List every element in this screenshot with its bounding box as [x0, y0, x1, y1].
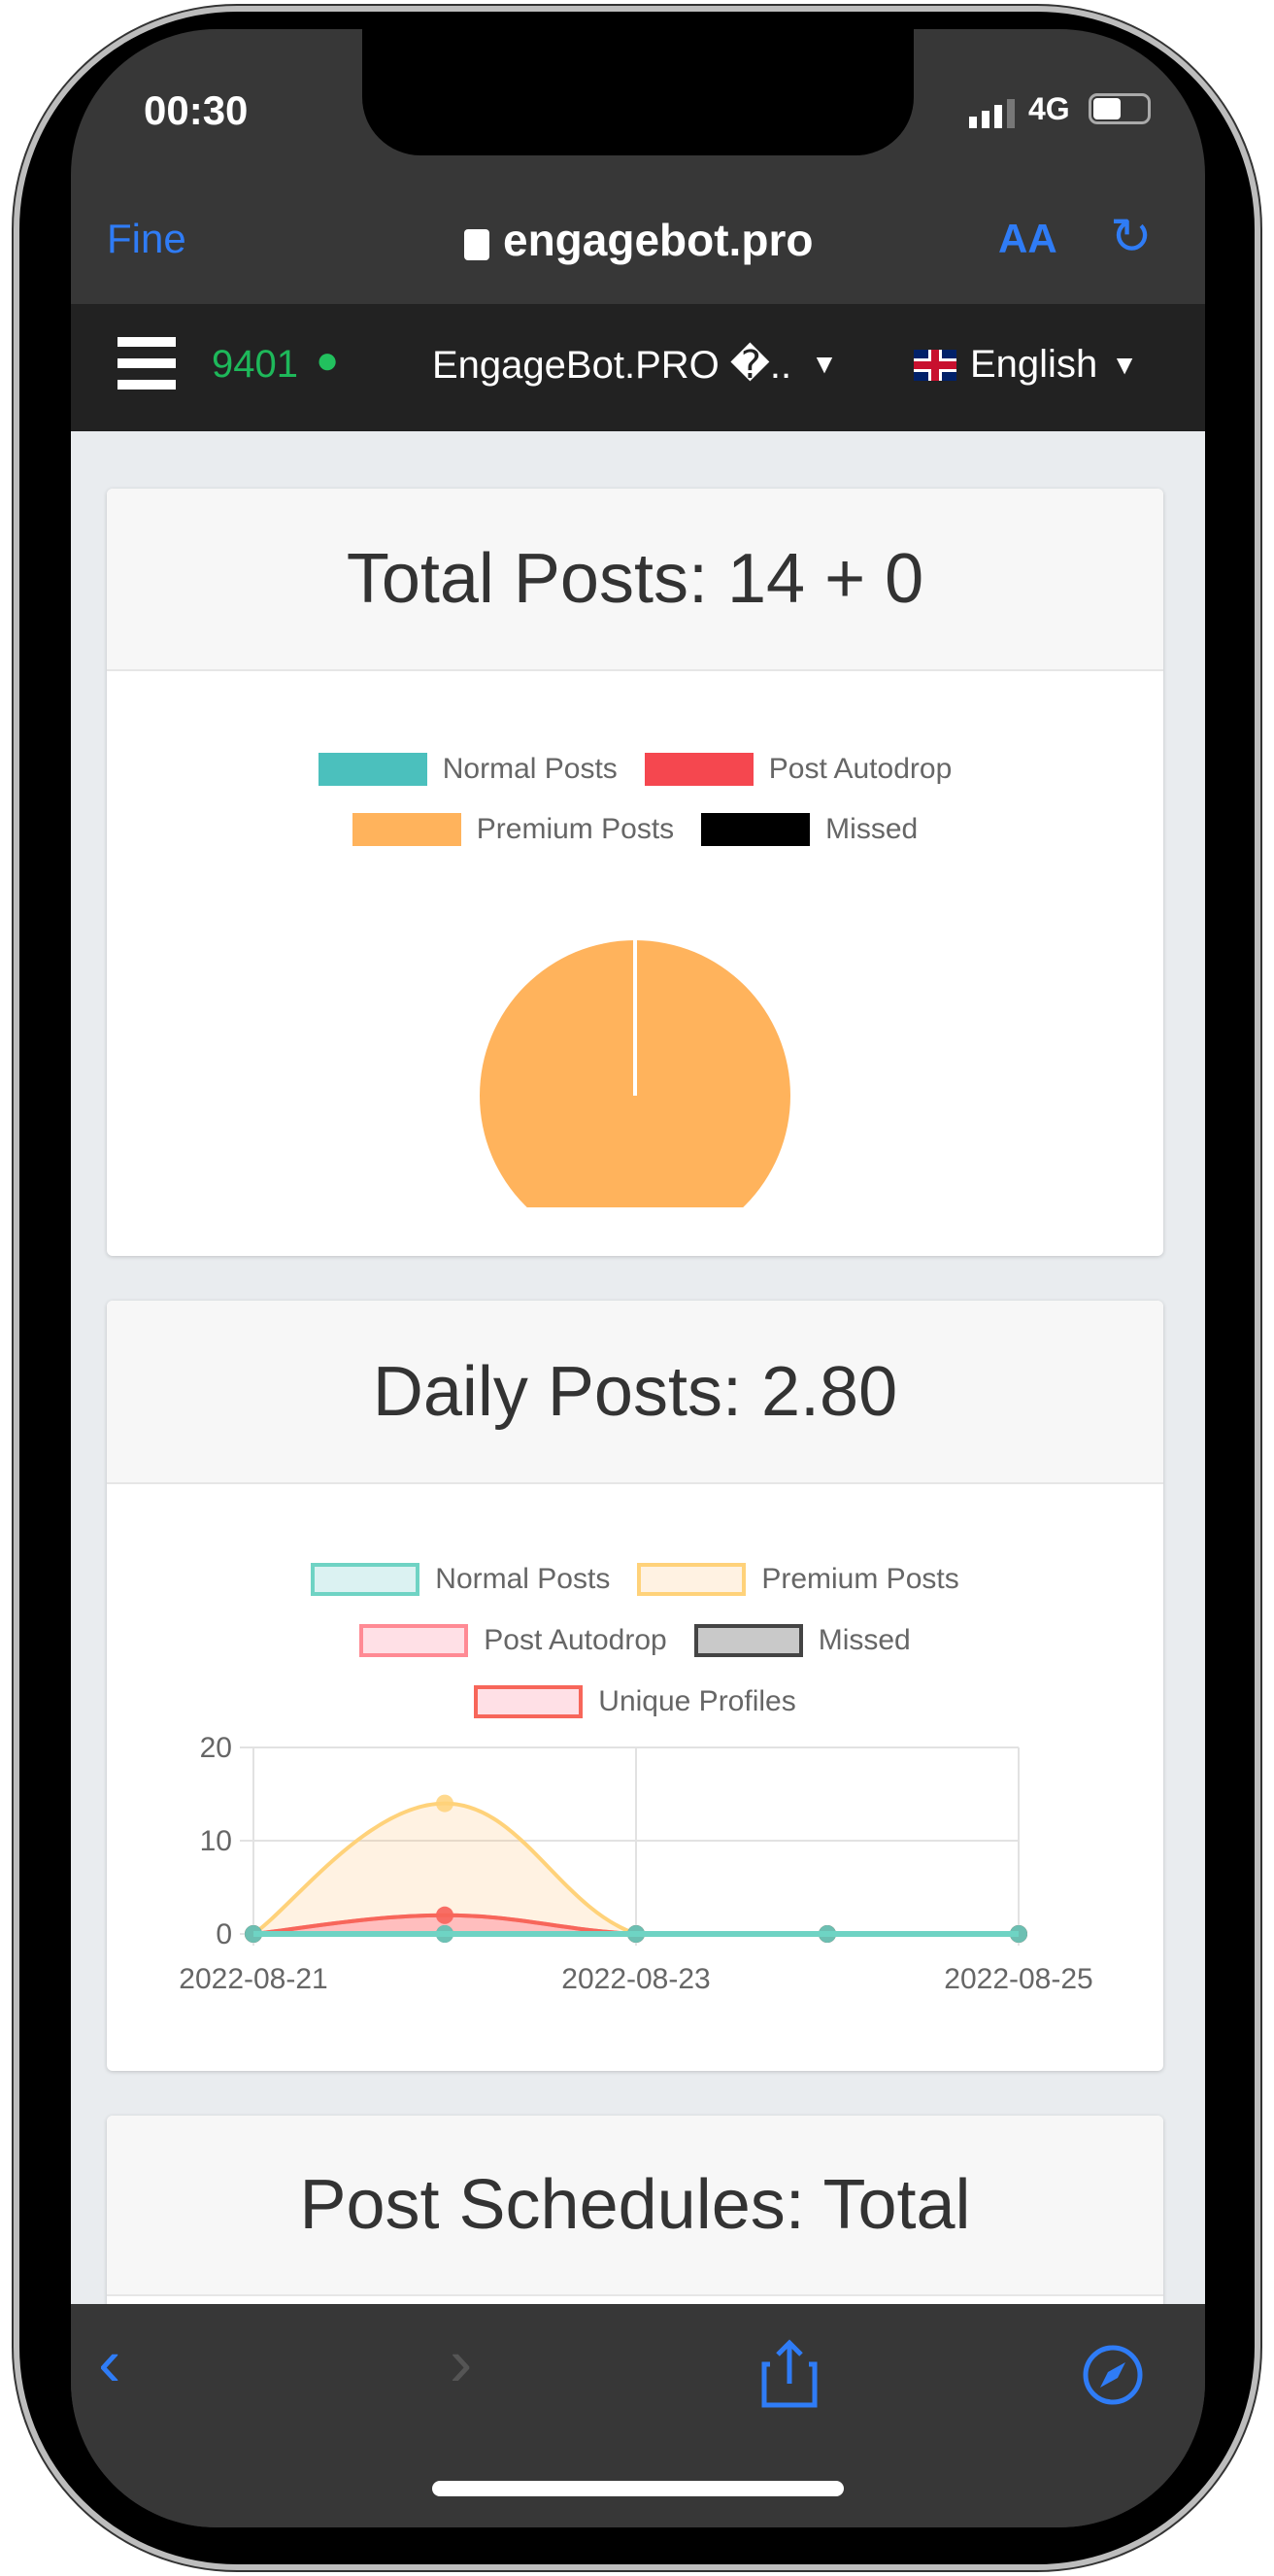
x-tick-label: 2022-08-21: [179, 1963, 327, 1995]
y-tick-label: 20: [200, 1732, 232, 1764]
forward-icon[interactable]: ›: [450, 2323, 472, 2401]
line-chart: 0 10 20 2022-08-21 2022-08-23 2022-08-25: [179, 1732, 1092, 1995]
legend-item[interactable]: Post Autodrop: [644, 753, 952, 786]
coins-icon: ●: [316, 339, 340, 382]
battery-icon: [1089, 93, 1151, 124]
total-posts-card: Total Posts: 14 + 0 Normal Posts Post Au…: [107, 489, 1163, 1256]
y-tick-label: 10: [200, 1825, 232, 1857]
legend-item[interactable]: Normal Posts: [318, 753, 618, 786]
line-legend-row: Unique Profiles: [107, 1685, 1163, 1718]
legend-label: Premium Posts: [761, 1563, 959, 1595]
hamburger-menu-icon[interactable]: [117, 337, 176, 390]
share-icon[interactable]: [760, 2339, 819, 2409]
language-label: English: [970, 343, 1098, 386]
daily-posts-card: Daily Posts: 2.80 Normal Posts Premium Po…: [107, 1301, 1163, 2071]
credits-count: 9401: [212, 343, 298, 386]
phone-screen: 00:30 4G Fine engagebot.pro AA ↻ 9401 ● …: [71, 29, 1205, 2527]
uk-flag-icon: [914, 349, 956, 381]
pie-chart: [480, 940, 790, 1207]
home-indicator: [432, 2481, 844, 2496]
caret-down-icon: ▼: [1111, 349, 1138, 380]
legend-item[interactable]: Premium Posts: [637, 1563, 959, 1596]
url-text: engagebot.pro: [503, 215, 814, 265]
line-legend-row: Post Autodrop Missed: [107, 1624, 1163, 1657]
status-time: 00:30: [144, 87, 249, 133]
address-bar[interactable]: engagebot.pro: [464, 214, 813, 266]
pie-legend-row: Premium Posts Missed: [107, 813, 1163, 846]
back-icon[interactable]: ‹: [98, 2323, 120, 2401]
data-point: [1010, 1925, 1027, 1943]
card-title: Post Schedules: Total: [107, 2116, 1163, 2296]
data-point: [436, 1925, 453, 1943]
post-schedules-card: Post Schedules: Total: [107, 2116, 1163, 2304]
legend-label: Missed: [818, 1624, 911, 1656]
line-legend-row: Normal Posts Premium Posts: [107, 1563, 1163, 1596]
signal-icon: [969, 99, 1015, 128]
data-point: [436, 1794, 453, 1813]
caret-down-icon: ▼: [811, 349, 838, 379]
brand-dropdown[interactable]: EngageBot.PRO �.. ▼: [432, 343, 838, 388]
card-title: Total Posts: 14 + 0: [107, 489, 1163, 671]
legend-label: Normal Posts: [435, 1563, 611, 1595]
x-tick-label: 2022-08-25: [944, 1963, 1092, 1995]
data-point: [819, 1925, 836, 1943]
network-label: 4G: [1028, 91, 1070, 126]
x-tick-label: 2022-08-23: [561, 1963, 710, 1995]
brand-label: EngageBot.PRO �..: [432, 344, 792, 387]
y-tick-label: 0: [216, 1918, 232, 1950]
page-content: Total Posts: 14 + 0 Normal Posts Post Au…: [71, 431, 1205, 2304]
legend-item[interactable]: Missed: [701, 813, 918, 846]
compass-icon[interactable]: [1081, 2343, 1145, 2407]
legend-item[interactable]: Normal Posts: [311, 1563, 610, 1596]
pie-legend-row: Normal Posts Post Autodrop: [107, 753, 1163, 786]
card-title: Daily Posts: 2.80: [107, 1301, 1163, 1484]
reload-icon[interactable]: ↻: [1110, 208, 1153, 266]
navbar: 9401 ● EngageBot.PRO �.. ▼ English ▼: [71, 304, 1205, 431]
data-point: [436, 1906, 453, 1924]
text-size-button[interactable]: AA: [998, 216, 1057, 262]
legend-label: Post Autodrop: [484, 1624, 667, 1656]
legend-item[interactable]: Post Autodrop: [359, 1624, 667, 1657]
legend-label: Unique Profiles: [598, 1685, 796, 1717]
done-button[interactable]: Fine: [107, 216, 186, 262]
data-point: [627, 1925, 645, 1943]
safari-toolbar: ‹ ›: [71, 2304, 1205, 2527]
notch: [362, 29, 914, 155]
legend-item[interactable]: Unique Profiles: [474, 1685, 796, 1718]
legend-item[interactable]: Premium Posts: [352, 813, 674, 846]
data-point: [245, 1925, 262, 1943]
language-dropdown[interactable]: English ▼: [914, 343, 1138, 387]
lock-icon: [464, 229, 489, 260]
legend-item[interactable]: Missed: [693, 1624, 911, 1657]
